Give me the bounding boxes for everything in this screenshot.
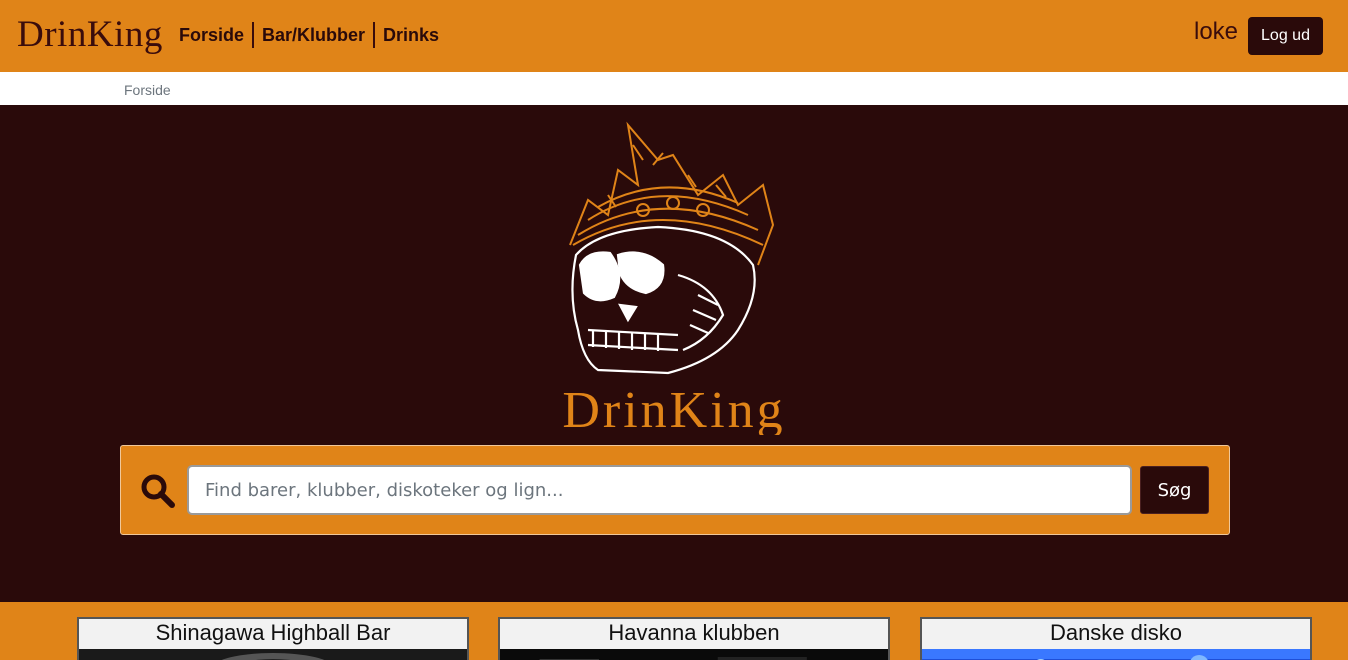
brand-logo[interactable]: DrinKing — [17, 13, 163, 57]
search-button[interactable]: Søg — [1140, 466, 1209, 514]
nav-link-bar-klubber[interactable]: Bar/Klubber — [254, 22, 376, 48]
venue-card[interactable]: Shinagawa Highball Bar — [77, 617, 469, 660]
breadcrumb: Forside — [0, 72, 1348, 105]
crown-icon — [569, 121, 775, 266]
venue-card[interactable]: Havanna klubben — [498, 617, 890, 660]
logo-wordmark: DrinKing — [562, 382, 785, 435]
hero-section: DrinKing Søg — [0, 105, 1348, 602]
username-label: loke — [1194, 18, 1239, 45]
search-panel: Søg — [120, 445, 1230, 535]
venue-card-image — [500, 649, 888, 660]
venue-card-image — [79, 649, 467, 660]
venue-card-title: Danske disko — [1049, 620, 1183, 645]
skull-crown-logo: DrinKing — [562, 121, 785, 435]
venue-card-title: Havanna klubben — [608, 620, 780, 645]
nav-link-forside[interactable]: Forside — [171, 22, 255, 48]
venue-card[interactable]: Danske disko — [920, 617, 1312, 660]
search-input[interactable] — [187, 465, 1132, 515]
breadcrumb-item-current: Forside — [124, 82, 171, 98]
venue-card-image — [922, 649, 1310, 660]
logout-button[interactable]: Log ud — [1248, 17, 1323, 55]
main-nav: Forside Bar/Klubber Drinks — [171, 22, 447, 48]
nav-link-drinks[interactable]: Drinks — [375, 22, 447, 48]
search-icon[interactable] — [140, 473, 176, 509]
top-navbar: DrinKing Forside Bar/Klubber Drinks loke… — [0, 0, 1348, 72]
venue-cards: Shinagawa Highball Bar Havanna klubben D… — [0, 602, 1348, 660]
venue-card-title: Shinagawa Highball Bar — [155, 620, 391, 645]
